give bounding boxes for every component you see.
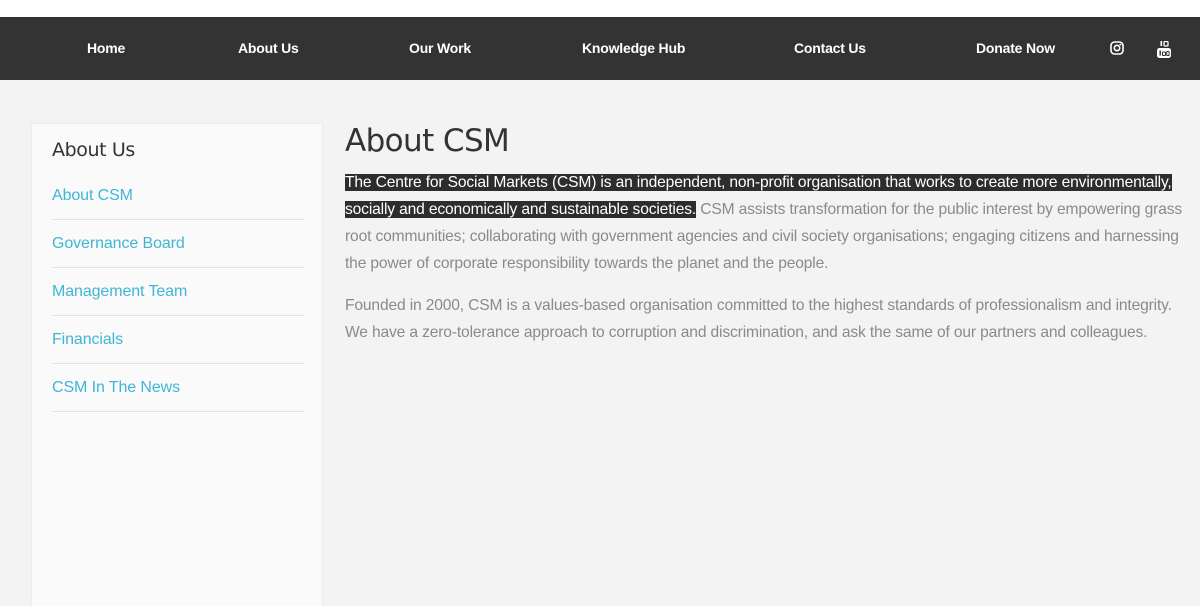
sidebar-item-financials: Financials [52, 316, 304, 364]
sidebar-link-financials[interactable]: Financials [52, 316, 304, 364]
sidebar-item-governance-board: Governance Board [52, 220, 304, 268]
page-title: About CSM [345, 123, 510, 159]
nav-home[interactable]: Home [87, 17, 125, 80]
sidebar-menu: About CSM Governance Board Management Te… [52, 172, 304, 412]
nav-contact-us[interactable]: Contact Us [794, 17, 866, 80]
sidebar-title: About Us [52, 139, 135, 161]
sidebar-item-csm-in-the-news: CSM In The News [52, 364, 304, 412]
sidebar-link-about-csm[interactable]: About CSM [52, 172, 304, 220]
youtube-icon[interactable] [1157, 40, 1173, 58]
instagram-icon[interactable] [1110, 41, 1126, 57]
founding-paragraph: Founded in 2000, CSM is a values-based o… [345, 297, 1172, 341]
sidebar: About Us About CSM Governance Board Mana… [31, 123, 323, 606]
nav-our-work[interactable]: Our Work [409, 17, 471, 80]
sidebar-link-governance-board[interactable]: Governance Board [52, 220, 304, 268]
sidebar-link-management-team[interactable]: Management Team [52, 268, 304, 316]
nav-about-us[interactable]: About Us [238, 17, 299, 80]
main-nav: Home About Us Our Work Knowledge Hub Con… [0, 17, 1200, 80]
sidebar-item-management-team: Management Team [52, 268, 304, 316]
nav-knowledge-hub[interactable]: Knowledge Hub [582, 17, 685, 80]
sidebar-item-about-csm: About CSM [52, 172, 304, 220]
nav-donate-now[interactable]: Donate Now [976, 17, 1055, 80]
top-strip [0, 0, 1200, 17]
sidebar-link-csm-in-the-news[interactable]: CSM In The News [52, 364, 304, 412]
intro-paragraph: The Centre for Social Markets (CSM) is a… [345, 169, 1190, 277]
main-content: About CSM The Centre for Social Markets … [345, 122, 1190, 346]
